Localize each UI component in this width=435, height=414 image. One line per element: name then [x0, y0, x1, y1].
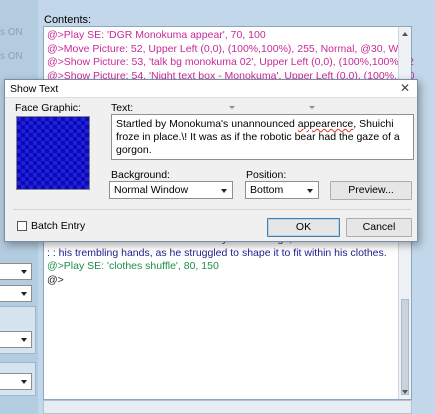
event-command-line[interactable]: @>Show Picture: 53, 'talk bg monokuma 02…: [47, 56, 420, 69]
checker-pattern-icon: [17, 117, 89, 189]
position-value: Bottom: [250, 184, 284, 196]
close-icon[interactable]: ✕: [400, 82, 410, 95]
dialog-titlebar: Show Text ✕: [5, 80, 417, 98]
horizontal-scrollbar[interactable]: [43, 400, 412, 414]
background-label: Background:: [111, 169, 170, 181]
message-text: Startled by Monokuma's unannounced: [116, 118, 298, 130]
position-label: Position:: [246, 169, 287, 181]
text-label: Text:: [111, 102, 134, 114]
background-value: Normal Window: [114, 184, 189, 196]
cancel-button[interactable]: Cancel: [346, 218, 412, 237]
side-group: [0, 362, 36, 396]
side-dropdown[interactable]: [0, 331, 32, 348]
dialog-title: Show Text: [10, 83, 59, 95]
side-label: s ON: [0, 27, 23, 38]
event-command-line[interactable]: @>: [47, 274, 64, 287]
scroll-up-icon[interactable]: [402, 32, 408, 36]
event-command-line[interactable]: @>Play SE: 'DGR Monokuma appear', 70, 10…: [47, 29, 266, 42]
side-dropdown[interactable]: [0, 285, 32, 302]
ruler-marker-icon: [229, 106, 235, 109]
side-dropdown[interactable]: [0, 373, 32, 390]
contents-label: Contents:: [44, 14, 92, 26]
ruler-marker-icon: [309, 106, 315, 109]
face-graphic-label: Face Graphic:: [15, 102, 81, 114]
side-dropdown[interactable]: [0, 263, 32, 280]
scroll-thumb[interactable]: [401, 299, 409, 395]
preview-button[interactable]: Preview...: [330, 181, 412, 200]
batch-entry-checkbox[interactable]: [17, 221, 27, 231]
show-text-dialog: Show Text ✕ Face Graphic: Text: Startled…: [4, 79, 418, 242]
face-graphic-preview[interactable]: [16, 116, 90, 190]
misspelled-word: appearence: [297, 118, 354, 130]
dialog-separator: [13, 209, 411, 210]
batch-entry-label: Batch Entry: [31, 220, 86, 232]
message-text-area[interactable]: Startled by Monokuma's unannounced appea…: [111, 114, 414, 160]
background-select[interactable]: Normal Window: [109, 181, 233, 199]
ok-button[interactable]: OK: [267, 218, 340, 237]
event-command-line[interactable]: : : his trembling hands, as he struggled…: [47, 247, 387, 260]
event-command-line[interactable]: @>Play SE: 'clothes shuffle', 80, 150: [47, 260, 219, 273]
side-group: [0, 306, 36, 354]
side-label: s ON: [0, 51, 23, 62]
position-select[interactable]: Bottom: [245, 181, 319, 199]
event-command-line[interactable]: @>Move Picture: 52, Upper Left (0,0), (1…: [47, 43, 409, 56]
scroll-down-icon[interactable]: [402, 390, 408, 394]
